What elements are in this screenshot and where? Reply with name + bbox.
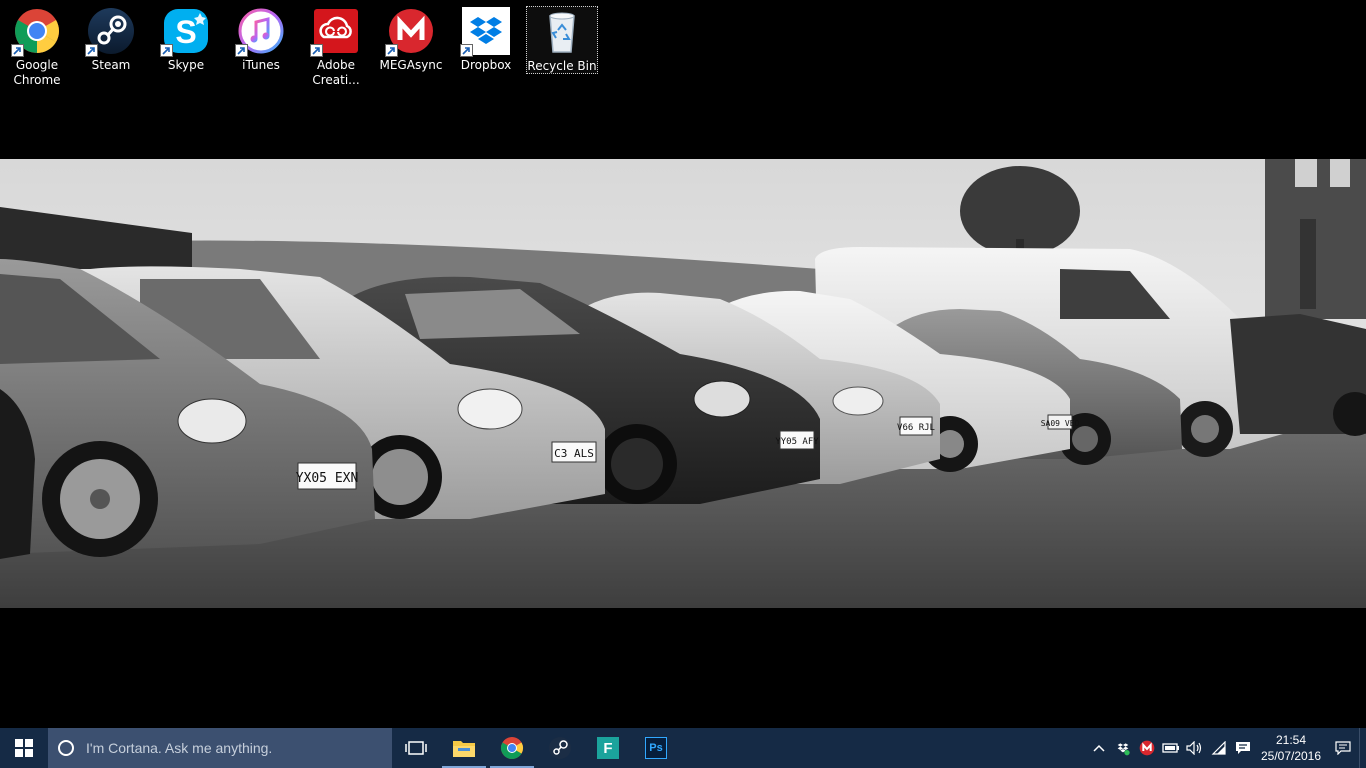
tray-network[interactable] [1207, 728, 1231, 768]
tray-volume[interactable] [1183, 728, 1207, 768]
desktop-icon-skype[interactable]: S Skype [150, 6, 222, 90]
taskbar-steam[interactable] [536, 728, 584, 768]
dropbox-icon [1117, 743, 1130, 756]
notifications-icon [1335, 741, 1351, 755]
shortcut-arrow-icon [85, 44, 98, 57]
shortcut-arrow-icon [460, 44, 473, 57]
desktop-icon-dropbox[interactable]: Dropbox [450, 6, 522, 90]
taskbar-photoshop[interactable]: Ps [632, 728, 680, 768]
plate-text: YY05 AFY [775, 437, 819, 447]
task-view-icon [405, 741, 427, 755]
desktop-icon-label: Steam [91, 58, 131, 72]
chrome-icon [501, 737, 523, 759]
battery-icon [1162, 743, 1179, 753]
tray-megasync[interactable] [1135, 728, 1159, 768]
chevron-up-icon [1093, 744, 1105, 752]
shortcut-arrow-icon [385, 44, 398, 57]
svg-text:S: S [175, 14, 196, 50]
show-hidden-icons-button[interactable] [1087, 728, 1111, 768]
desktop-icon-label: MEGAsync [379, 58, 443, 72]
mega-icon [385, 7, 435, 57]
shortcut-arrow-icon [310, 44, 323, 57]
desktop-icon-google-chrome[interactable]: Google Chrome [1, 6, 73, 90]
desktop-icon-itunes[interactable]: iTunes [225, 6, 297, 90]
system-tray: 21:54 25/07/2016 [1087, 728, 1366, 768]
f-app-letter: F [603, 739, 613, 757]
taskbar-clock[interactable]: 21:54 25/07/2016 [1255, 732, 1327, 764]
desktop-icon-label: Google Chrome [13, 58, 61, 87]
tray-battery[interactable] [1159, 728, 1183, 768]
cortana-icon [58, 740, 74, 756]
cortana-search-box[interactable]: I'm Cortana. Ask me anything. [48, 728, 392, 768]
taskbar: I'm Cortana. Ask me anything. F Ps 21:54… [0, 728, 1366, 768]
cortana-search-placeholder: I'm Cortana. Ask me anything. [86, 740, 273, 756]
desktop-wallpaper: SA09 VEO V66 RJL YY05 AFY C3 ALS YX05 EX… [0, 159, 1366, 608]
action-center-button[interactable] [1327, 728, 1359, 768]
taskbar-chrome[interactable] [488, 728, 536, 768]
desktop-icon-label: Recycle Bin [527, 59, 597, 73]
tray-action-center-badge[interactable] [1231, 728, 1255, 768]
shortcut-arrow-icon [11, 44, 24, 57]
desktop-icon-label: Dropbox [460, 58, 512, 72]
message-icon [1236, 742, 1250, 754]
steam-icon [549, 737, 571, 759]
folder-icon [453, 741, 475, 757]
adobe-cc-icon [310, 7, 360, 57]
desktop-icon-adobe-creative-cloud[interactable]: Adobe Creati... [300, 6, 372, 90]
f-app-icon: F [597, 737, 619, 759]
plate-text: V66 RJL [897, 423, 935, 433]
taskbar-file-explorer[interactable] [440, 728, 488, 768]
show-desktop-button[interactable] [1359, 728, 1366, 768]
chrome-icon [11, 7, 61, 57]
itunes-icon [235, 7, 285, 57]
task-view-button[interactable] [392, 728, 440, 768]
plate-text: YX05 EXN [296, 471, 359, 486]
plate-text: SA09 VEO [1041, 419, 1080, 428]
shortcut-arrow-icon [160, 44, 173, 57]
recycle-bin-icon [538, 8, 586, 56]
desktop-icon-recycle-bin[interactable]: Recycle Bin [526, 6, 598, 74]
wifi-icon [1211, 741, 1226, 755]
photoshop-letters: Ps [649, 742, 663, 754]
desktop-icon-label: Skype [167, 58, 205, 72]
plate-text: C3 ALS [554, 447, 594, 460]
mega-icon [1139, 740, 1155, 756]
desktop-icon-label: Adobe Creati... [312, 58, 360, 87]
desktop-icon-megasync[interactable]: MEGAsync [375, 6, 447, 90]
desktop-icons: Google Chrome Steam S Skype iTunes Adobe… [0, 0, 620, 100]
tray-dropbox[interactable] [1111, 728, 1135, 768]
clock-date: 25/07/2016 [1260, 749, 1322, 763]
volume-icon [1186, 741, 1202, 755]
windows-logo-icon [15, 739, 33, 757]
dropbox-icon [460, 7, 510, 57]
taskbar-f-app[interactable]: F [584, 728, 632, 768]
steam-icon [85, 7, 135, 57]
photoshop-icon: Ps [645, 737, 667, 759]
start-button[interactable] [0, 728, 48, 768]
desktop-icon-steam[interactable]: Steam [75, 6, 147, 90]
skype-icon: S [160, 7, 210, 57]
clock-time: 21:54 [1275, 733, 1307, 747]
desktop-icon-label: iTunes [242, 58, 280, 72]
shortcut-arrow-icon [235, 44, 248, 57]
